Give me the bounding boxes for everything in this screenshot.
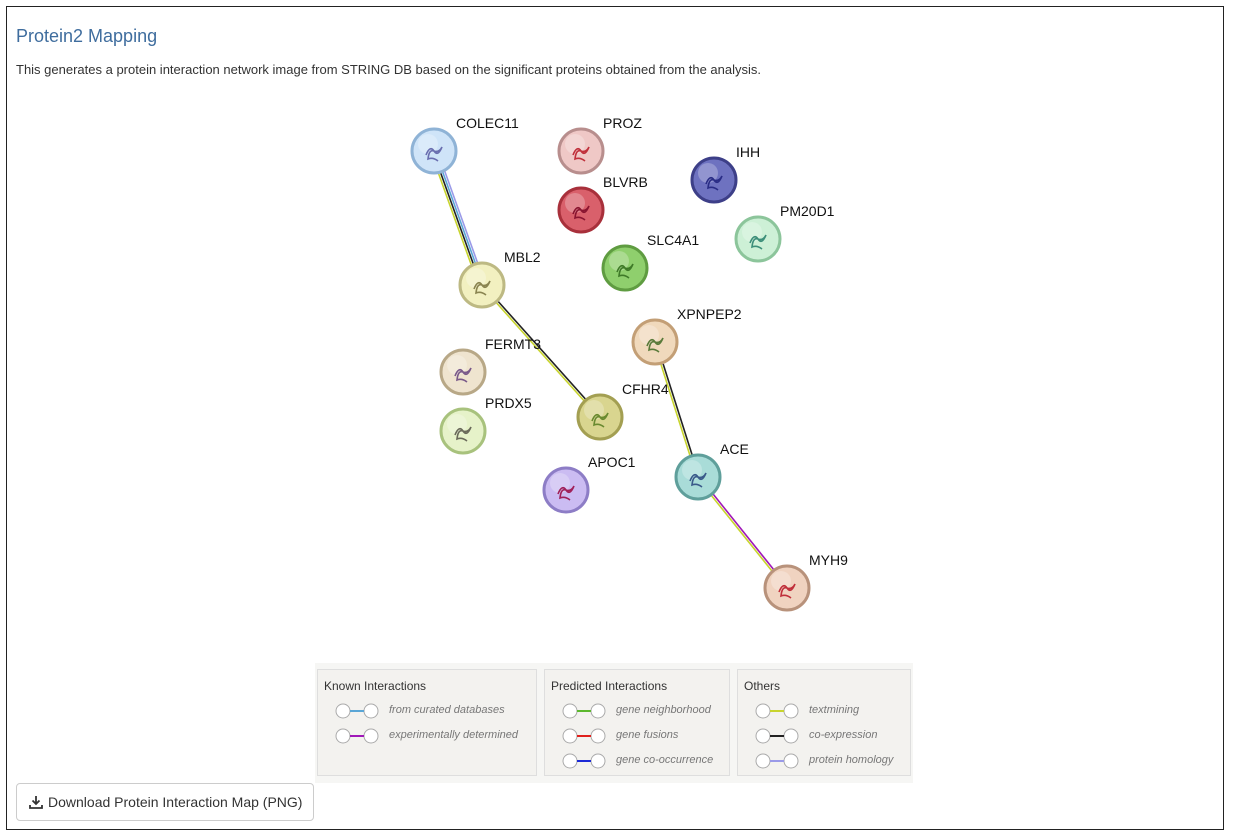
protein-network-image: COLEC11 PROZ IHH BLVRB PM20D1 SLC4A1 MBL2 XPNPE… <box>410 115 848 612</box>
node-label: FERMT3 <box>485 336 541 352</box>
node-label: PM20D1 <box>780 203 835 219</box>
experimentally-determined-line-icon <box>335 728 379 744</box>
legend-item-label: protein homology <box>809 754 894 766</box>
legend-predicted-title: Predicted Interactions <box>551 679 668 693</box>
download-button-label: Download Protein Interaction Map (PNG) <box>48 794 303 810</box>
legend-item-label: gene fusions <box>616 729 679 741</box>
network-node-mbl2: MBL2 <box>458 249 541 309</box>
node-label: SLC4A1 <box>647 232 699 248</box>
network-node-pm20d1: PM20D1 <box>734 203 835 263</box>
node-label: PROZ <box>603 115 642 131</box>
legend-known-title: Known Interactions <box>324 679 427 693</box>
download-png-button[interactable]: Download Protein Interaction Map (PNG) <box>16 783 314 821</box>
network-node-cfhr4: CFHR4 <box>576 381 669 441</box>
legend-item-label: co-expression <box>809 729 878 741</box>
network-node-myh9: MYH9 <box>763 552 848 612</box>
network-node-fermt3: FERMT3 <box>439 336 541 396</box>
network-legend: Known Interactions from curated database… <box>315 663 913 783</box>
co-expression-line-icon <box>755 728 799 744</box>
network-node-slc4a1: SLC4A1 <box>601 232 699 292</box>
node-label: APOC1 <box>588 454 636 470</box>
legend-item-label: experimentally determined <box>389 729 519 741</box>
legend-item-label: gene co-occurrence <box>616 754 714 766</box>
download-icon <box>29 796 43 809</box>
legend-predicted-interactions: Predicted Interactions gene neighborhood… <box>544 669 730 776</box>
protein-homology-line-icon <box>755 753 799 769</box>
network-node-ihh: IHH <box>690 144 760 204</box>
node-label: IHH <box>736 144 760 160</box>
legend-item-label: textmining <box>809 704 860 716</box>
gene-fusions-line-icon <box>562 728 606 744</box>
gene-neighborhood-line-icon <box>562 703 606 719</box>
node-label: CFHR4 <box>622 381 669 397</box>
node-label: ACE <box>720 441 749 457</box>
network-node-blvrb: BLVRB <box>557 174 648 234</box>
textmining-line-icon <box>755 703 799 719</box>
legend-others: Others textmining co-expression protein … <box>737 669 911 776</box>
network-nodes: COLEC11 PROZ IHH BLVRB PM20D1 SLC4A1 MBL2 XPNPE… <box>410 115 848 612</box>
network-node-xpnpep2: XPNPEP2 <box>631 306 742 366</box>
network-node-prdx5: PRDX5 <box>439 395 532 455</box>
network-node-proz: PROZ <box>557 115 642 175</box>
node-label: COLEC11 <box>456 115 519 131</box>
network-node-apoc1: APOC1 <box>542 454 636 514</box>
network-node-ace: ACE <box>674 441 749 501</box>
legend-item-label: from curated databases <box>389 704 505 716</box>
node-label: BLVRB <box>603 174 648 190</box>
legend-item-label: gene neighborhood <box>616 704 711 716</box>
node-label: PRDX5 <box>485 395 532 411</box>
legend-others-title: Others <box>744 679 781 693</box>
curated-databases-line-icon <box>335 703 379 719</box>
node-label: MBL2 <box>504 249 541 265</box>
network-node-colec11: COLEC11 <box>410 115 519 175</box>
gene-co-occurrence-line-icon <box>562 753 606 769</box>
legend-known-interactions: Known Interactions from curated database… <box>317 669 537 776</box>
node-label: MYH9 <box>809 552 848 568</box>
node-label: XPNPEP2 <box>677 306 742 322</box>
